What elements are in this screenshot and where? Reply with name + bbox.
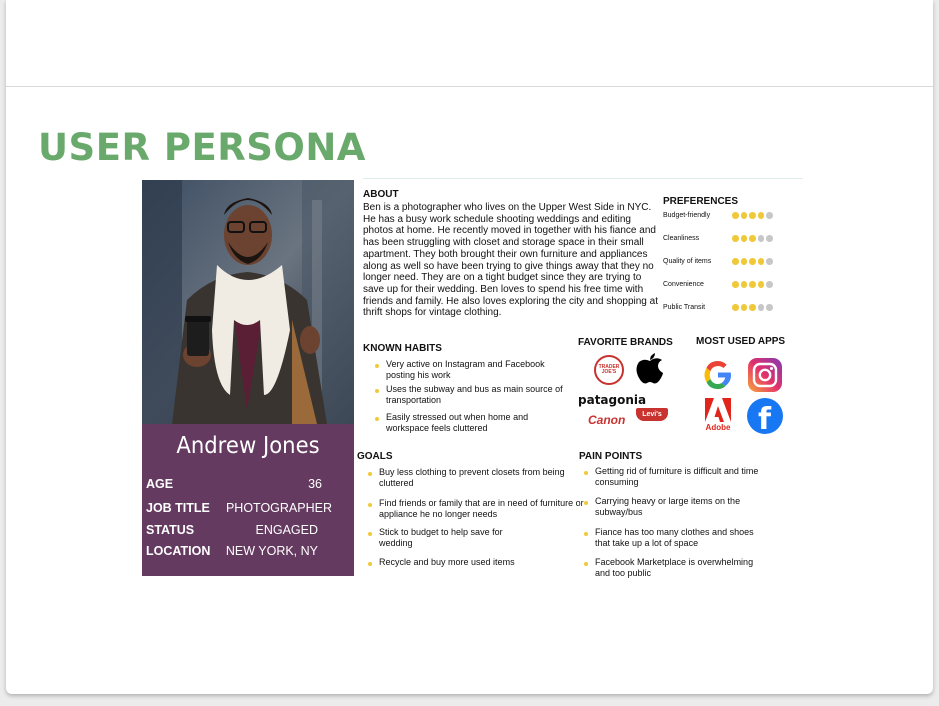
rating-dots [732, 281, 773, 288]
persona-photo [142, 180, 354, 424]
list-item: Facebook Marketplace is overwhelming and… [579, 557, 761, 578]
preference-label: Budget-friendly [663, 212, 711, 219]
rating-dot-filled [740, 281, 747, 288]
rating-dots [732, 212, 773, 219]
brand-levis: Levi's [636, 408, 668, 421]
rating-dots [732, 258, 773, 265]
field-location-label: LOCATION [146, 544, 211, 558]
brand-patagonia: patagonia [578, 393, 647, 407]
list-item: Fiance has too many clothes and shoes th… [579, 527, 761, 548]
field-age-label: AGE [146, 477, 174, 491]
list-item: Find friends or family that are in need … [363, 498, 599, 519]
brands-heading: FAVORITE BRANDS [578, 337, 673, 348]
apps-heading: MOST USED APPS [696, 336, 786, 347]
rating-dot-filled [732, 235, 739, 242]
preference-row: Quality of items [663, 256, 813, 268]
rating-dot-filled [732, 304, 739, 311]
preference-row: Budget-friendly [663, 210, 813, 222]
content-top-line [363, 178, 803, 179]
about-text: Ben is a photographer who lives on the U… [363, 202, 658, 319]
rating-dot-filled [757, 258, 764, 265]
list-item: Carrying heavy or large items on the sub… [579, 496, 775, 517]
about-heading: ABOUT [363, 189, 399, 200]
rating-dot-filled [749, 235, 756, 242]
rating-dot-filled [749, 212, 756, 219]
goals-list: Buy less clothing to prevent closets fro… [363, 467, 599, 568]
facebook-glyph: f [758, 402, 772, 434]
rating-dot-empty [766, 212, 773, 219]
field-age-value: 36 [308, 477, 322, 491]
field-job-title-label: JOB TITLE [146, 501, 210, 515]
preference-label: Public Transit [663, 304, 706, 311]
instagram-icon [748, 358, 782, 392]
rating-dot-filled [749, 281, 756, 288]
rating-dot-filled [740, 258, 747, 265]
brand-trader-joes-label: TRADER JOE'S [598, 364, 620, 375]
header-divider [6, 86, 933, 87]
field-location-value: NEW YORK, NY [225, 544, 318, 558]
list-item: Uses the subway and bus as main source o… [370, 384, 570, 405]
rating-dot-filled [732, 258, 739, 265]
rating-dots [732, 304, 773, 311]
rating-dot-filled [757, 281, 764, 288]
persona-card: Andrew Jones AGE 36 JOB TITLE PHOTOGRAPH… [142, 180, 354, 576]
preferences-heading: PREFERENCES [663, 196, 739, 207]
facebook-icon: f [747, 398, 783, 434]
rating-dot-filled [740, 212, 747, 219]
preference-label: Quality of items [663, 258, 712, 265]
list-item: Buy less clothing to prevent closets fro… [363, 467, 599, 488]
rating-dot-filled [740, 235, 747, 242]
list-item: Easily stressed out when home and worksp… [370, 412, 570, 433]
rating-dot-filled [757, 212, 764, 219]
google-icon [701, 358, 735, 392]
habits-heading: KNOWN HABITS [363, 343, 442, 354]
rating-dot-empty [766, 304, 773, 311]
list-item: Stick to budget to help save for wedding [363, 527, 528, 548]
goals-heading: GOALS [357, 451, 393, 462]
apple-icon [636, 353, 664, 385]
rating-dot-empty [766, 235, 773, 242]
adobe-icon: Adobe [702, 398, 734, 434]
preference-row: Public Transit [663, 302, 813, 314]
preference-label: Cleanliness [663, 235, 700, 242]
rating-dot-filled [732, 212, 739, 219]
list-item: Getting rid of furniture is difficult an… [579, 466, 775, 487]
rating-dot-empty [766, 281, 773, 288]
preference-row: Convenience [663, 279, 813, 291]
pain-points-heading: PAIN POINTS [579, 451, 643, 462]
rating-dot-filled [749, 304, 756, 311]
rating-dots [732, 235, 773, 242]
rating-dot-empty [766, 258, 773, 265]
preference-label: Convenience [663, 281, 704, 288]
rating-dot-filled [732, 281, 739, 288]
field-status-label: STATUS [146, 523, 195, 537]
rating-dot-filled [740, 304, 747, 311]
brand-canon: Canon [588, 413, 626, 427]
list-item: Very active on Instagram and Facebook po… [370, 359, 570, 380]
field-job-title-value: PHOTOGRAPHER [225, 501, 332, 515]
persona-name: Andrew Jones [176, 433, 320, 459]
rating-dot-filled [749, 258, 756, 265]
pain-points-list: Getting rid of furniture is difficult an… [579, 466, 775, 578]
preference-row: Cleanliness [663, 233, 813, 245]
rating-dot-empty [757, 235, 764, 242]
habits-list: Very active on Instagram and Facebook po… [370, 359, 570, 433]
adobe-label: Adobe [705, 423, 731, 432]
rating-dot-empty [757, 304, 764, 311]
brand-trader-joes: TRADER JOE'S [594, 355, 624, 385]
field-status-value: ENGAGED [255, 523, 318, 537]
slide-title: USER PERSONA [38, 126, 366, 169]
list-item: Recycle and buy more used items [363, 557, 599, 568]
